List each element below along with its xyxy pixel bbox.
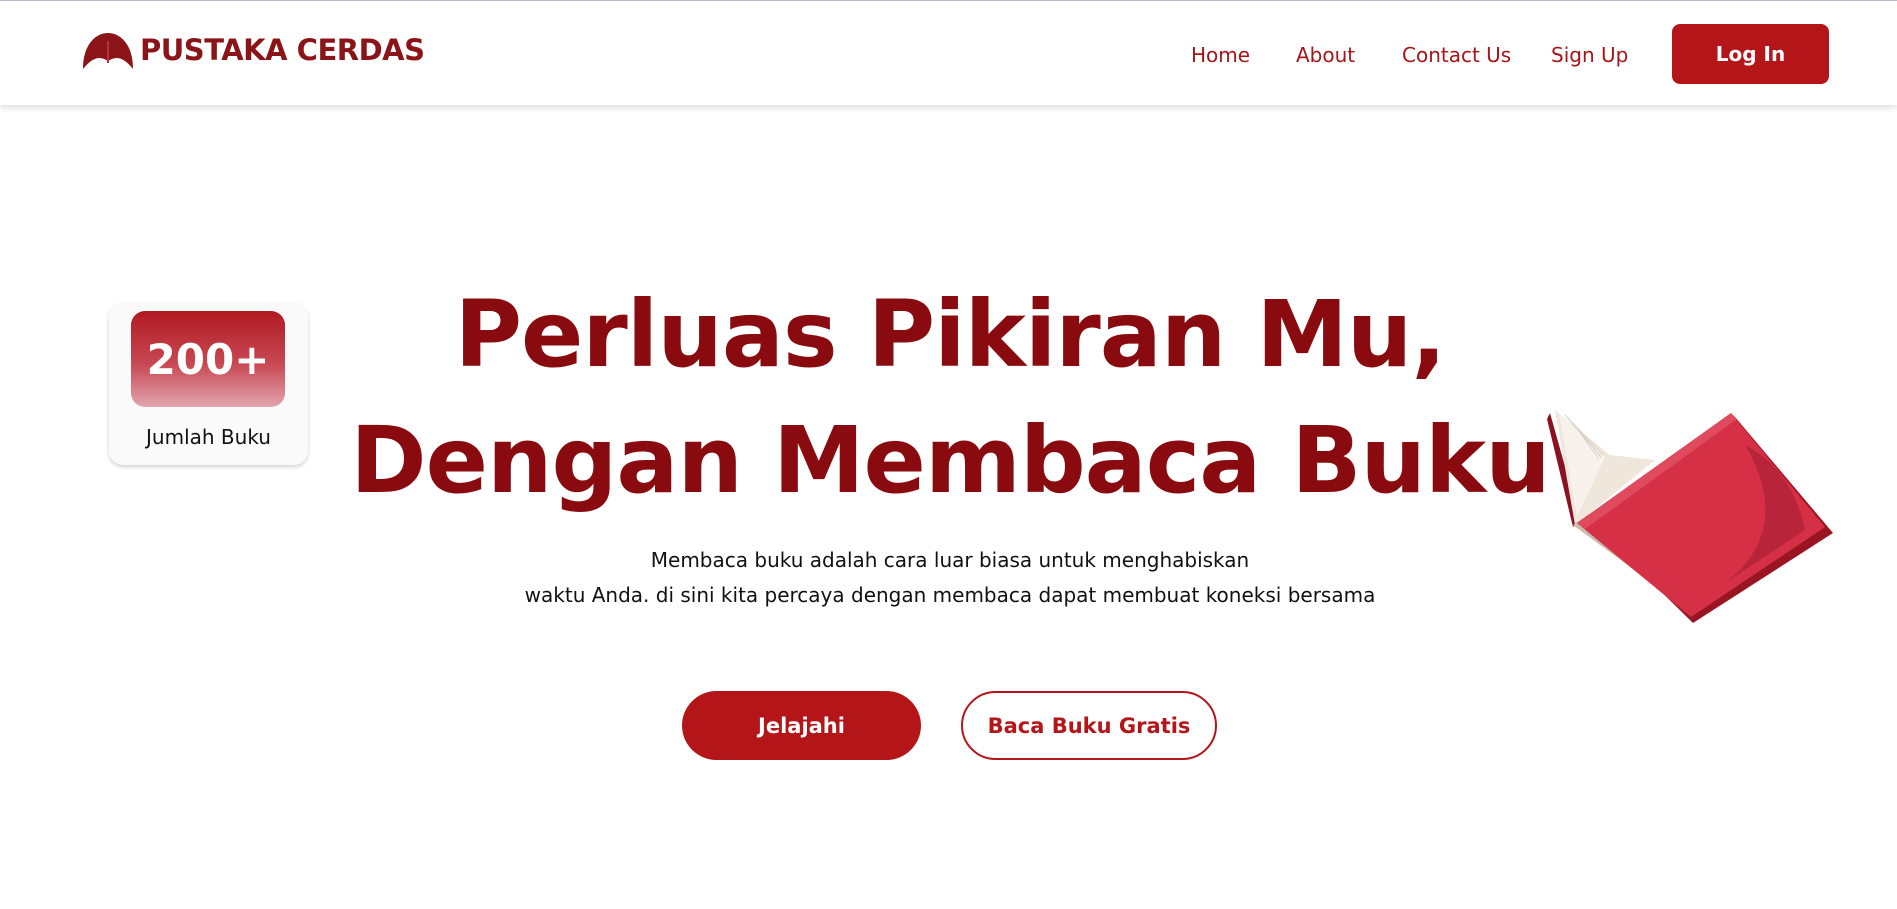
book-arch-logo-icon	[83, 33, 133, 69]
nav-signup-link[interactable]: Sign Up	[1551, 43, 1628, 67]
navbar: PUSTAKA CERDAS Home About Contact Us Sig…	[0, 1, 1897, 105]
hero-description-line-1: Membaca buku adalah cara luar biasa untu…	[650, 548, 1250, 572]
nav-about-link[interactable]: About	[1296, 43, 1355, 67]
brand[interactable]: PUSTAKA CERDAS	[80, 27, 425, 73]
hero-title: Perluas Pikiran Mu, Dengan Membaca Buku	[300, 272, 1600, 524]
hero-description-line-2: waktu Anda. di sini kita percaya dengan …	[524, 583, 1376, 607]
nav-home-link[interactable]: Home	[1191, 43, 1250, 67]
book-count-value: 200+	[131, 311, 285, 407]
hero-title-line-2: Dengan Membaca Buku	[350, 407, 1550, 514]
nav-contact-link[interactable]: Contact Us	[1402, 43, 1511, 67]
open-book-icon	[1547, 410, 1833, 623]
brand-name: PUSTAKA CERDAS	[140, 33, 425, 67]
hero-title-line-1: Perluas Pikiran Mu,	[454, 281, 1447, 388]
book-count-label: Jumlah Buku	[146, 425, 271, 449]
book-count-card: 200+ Jumlah Buku	[109, 303, 308, 465]
read-free-books-button[interactable]: Baca Buku Gratis	[961, 691, 1217, 760]
hero-description: Membaca buku adalah cara luar biasa untu…	[450, 543, 1450, 613]
login-button[interactable]: Log In	[1672, 24, 1829, 84]
explore-button[interactable]: Jelajahi	[682, 691, 921, 760]
